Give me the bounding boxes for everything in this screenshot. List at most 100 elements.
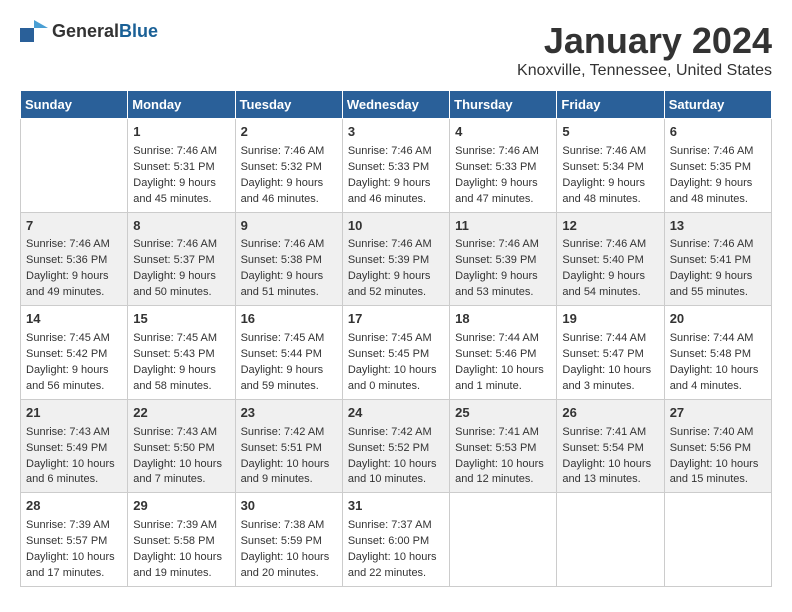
day-info-line: Sunset: 5:40 PM	[562, 253, 658, 269]
calendar-table: SundayMondayTuesdayWednesdayThursdayFrid…	[20, 90, 772, 587]
calendar-cell: 19Sunrise: 7:44 AMSunset: 5:47 PMDayligh…	[557, 306, 664, 400]
day-info-line: Sunrise: 7:43 AM	[26, 425, 122, 441]
day-of-week-header: Wednesday	[342, 91, 449, 119]
calendar-week-row: 14Sunrise: 7:45 AMSunset: 5:42 PMDayligh…	[21, 306, 772, 400]
day-info-line: Sunset: 5:49 PM	[26, 441, 122, 457]
calendar-cell	[450, 493, 557, 587]
day-info-line: Daylight: 10 hours	[670, 457, 766, 473]
calendar-cell: 3Sunrise: 7:46 AMSunset: 5:33 PMDaylight…	[342, 119, 449, 213]
day-number: 17	[348, 310, 444, 329]
day-info-line: and 56 minutes.	[26, 379, 122, 395]
day-info-line: Sunrise: 7:44 AM	[670, 331, 766, 347]
day-info-line: Sunrise: 7:46 AM	[455, 237, 551, 253]
day-info-line: Sunrise: 7:44 AM	[562, 331, 658, 347]
calendar-week-row: 28Sunrise: 7:39 AMSunset: 5:57 PMDayligh…	[21, 493, 772, 587]
day-info-line: Sunset: 5:32 PM	[241, 160, 337, 176]
day-number: 25	[455, 404, 551, 423]
day-info-line: and 46 minutes.	[348, 192, 444, 208]
day-info-line: Sunrise: 7:42 AM	[241, 425, 337, 441]
day-info-line: Sunset: 5:38 PM	[241, 253, 337, 269]
calendar-cell: 15Sunrise: 7:45 AMSunset: 5:43 PMDayligh…	[128, 306, 235, 400]
day-info-line: Sunset: 5:51 PM	[241, 441, 337, 457]
day-info-line: and 4 minutes.	[670, 379, 766, 395]
day-info-line: Sunset: 5:41 PM	[670, 253, 766, 269]
day-info-line: Sunrise: 7:46 AM	[455, 144, 551, 160]
day-info-line: and 48 minutes.	[670, 192, 766, 208]
calendar-cell: 25Sunrise: 7:41 AMSunset: 5:53 PMDayligh…	[450, 399, 557, 493]
calendar-week-row: 21Sunrise: 7:43 AMSunset: 5:49 PMDayligh…	[21, 399, 772, 493]
day-info-line: Sunset: 5:44 PM	[241, 347, 337, 363]
day-info-line: Sunrise: 7:45 AM	[133, 331, 229, 347]
day-info-line: Sunrise: 7:46 AM	[670, 237, 766, 253]
page-subtitle: Knoxville, Tennessee, United States	[517, 62, 772, 80]
day-info-line: and 19 minutes.	[133, 566, 229, 582]
calendar-cell: 2Sunrise: 7:46 AMSunset: 5:32 PMDaylight…	[235, 119, 342, 213]
day-info-line: Sunrise: 7:46 AM	[26, 237, 122, 253]
day-info-line: Sunset: 5:35 PM	[670, 160, 766, 176]
day-number: 27	[670, 404, 766, 423]
calendar-cell: 12Sunrise: 7:46 AMSunset: 5:40 PMDayligh…	[557, 212, 664, 306]
calendar-cell	[664, 493, 771, 587]
day-info-line: and 45 minutes.	[133, 192, 229, 208]
day-info-line: and 7 minutes.	[133, 472, 229, 488]
day-info-line: Sunrise: 7:41 AM	[562, 425, 658, 441]
day-number: 18	[455, 310, 551, 329]
calendar-cell: 1Sunrise: 7:46 AMSunset: 5:31 PMDaylight…	[128, 119, 235, 213]
day-info-line: Sunrise: 7:40 AM	[670, 425, 766, 441]
day-of-week-header: Sunday	[21, 91, 128, 119]
day-number: 30	[241, 497, 337, 516]
day-info-line: Daylight: 9 hours	[241, 176, 337, 192]
day-info-line: and 59 minutes.	[241, 379, 337, 395]
day-info-line: Sunset: 5:33 PM	[455, 160, 551, 176]
calendar-cell: 18Sunrise: 7:44 AMSunset: 5:46 PMDayligh…	[450, 306, 557, 400]
day-info-line: Daylight: 10 hours	[133, 457, 229, 473]
day-info-line: Sunrise: 7:45 AM	[348, 331, 444, 347]
day-number: 15	[133, 310, 229, 329]
day-info-line: and 6 minutes.	[26, 472, 122, 488]
day-info-line: Daylight: 10 hours	[562, 363, 658, 379]
day-info-line: and 46 minutes.	[241, 192, 337, 208]
day-number: 1	[133, 123, 229, 142]
calendar-week-row: 7Sunrise: 7:46 AMSunset: 5:36 PMDaylight…	[21, 212, 772, 306]
day-info-line: Sunrise: 7:37 AM	[348, 518, 444, 534]
calendar-cell: 26Sunrise: 7:41 AMSunset: 5:54 PMDayligh…	[557, 399, 664, 493]
calendar-cell: 30Sunrise: 7:38 AMSunset: 5:59 PMDayligh…	[235, 493, 342, 587]
day-info-line: Daylight: 10 hours	[348, 550, 444, 566]
day-info-line: and 15 minutes.	[670, 472, 766, 488]
calendar-header-row: SundayMondayTuesdayWednesdayThursdayFrid…	[21, 91, 772, 119]
day-info-line: Daylight: 10 hours	[241, 550, 337, 566]
day-info-line: Daylight: 9 hours	[670, 269, 766, 285]
page-title: January 2024	[517, 20, 772, 62]
day-info-line: Sunset: 5:34 PM	[562, 160, 658, 176]
day-info-line: and 52 minutes.	[348, 285, 444, 301]
calendar-body: 1Sunrise: 7:46 AMSunset: 5:31 PMDaylight…	[21, 119, 772, 587]
day-number: 11	[455, 217, 551, 236]
day-number: 14	[26, 310, 122, 329]
calendar-cell: 17Sunrise: 7:45 AMSunset: 5:45 PMDayligh…	[342, 306, 449, 400]
day-info-line: Daylight: 10 hours	[26, 457, 122, 473]
day-info-line: Sunrise: 7:46 AM	[562, 144, 658, 160]
day-info-line: Sunrise: 7:46 AM	[133, 237, 229, 253]
day-info-line: Sunrise: 7:45 AM	[26, 331, 122, 347]
day-info-line: and 12 minutes.	[455, 472, 551, 488]
calendar-cell: 13Sunrise: 7:46 AMSunset: 5:41 PMDayligh…	[664, 212, 771, 306]
day-info-line: Daylight: 10 hours	[455, 363, 551, 379]
day-info-line: Daylight: 9 hours	[241, 269, 337, 285]
day-info-line: Daylight: 10 hours	[455, 457, 551, 473]
day-info-line: and 22 minutes.	[348, 566, 444, 582]
calendar-cell: 11Sunrise: 7:46 AMSunset: 5:39 PMDayligh…	[450, 212, 557, 306]
calendar-cell: 9Sunrise: 7:46 AMSunset: 5:38 PMDaylight…	[235, 212, 342, 306]
day-info-line: Daylight: 9 hours	[670, 176, 766, 192]
day-number: 3	[348, 123, 444, 142]
day-of-week-header: Friday	[557, 91, 664, 119]
day-number: 16	[241, 310, 337, 329]
day-info-line: Daylight: 9 hours	[133, 269, 229, 285]
day-of-week-header: Thursday	[450, 91, 557, 119]
day-info-line: Sunset: 6:00 PM	[348, 534, 444, 550]
day-info-line: Sunset: 5:31 PM	[133, 160, 229, 176]
day-number: 7	[26, 217, 122, 236]
day-info-line: and 17 minutes.	[26, 566, 122, 582]
calendar-cell: 31Sunrise: 7:37 AMSunset: 6:00 PMDayligh…	[342, 493, 449, 587]
day-info-line: Sunrise: 7:46 AM	[133, 144, 229, 160]
calendar-cell: 20Sunrise: 7:44 AMSunset: 5:48 PMDayligh…	[664, 306, 771, 400]
